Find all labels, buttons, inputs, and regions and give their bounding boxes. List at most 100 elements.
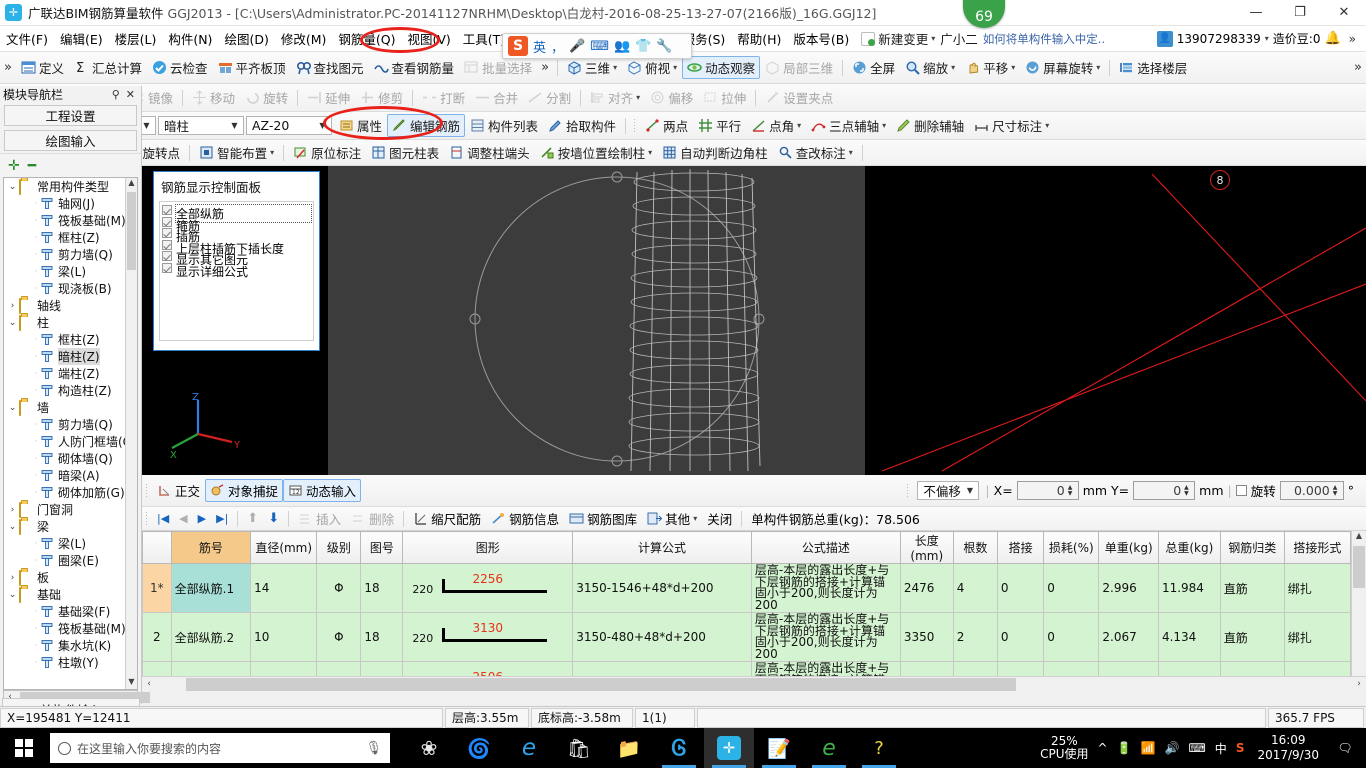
- rotate-input[interactable]: 0.000 ▲ ▼: [1279, 481, 1344, 500]
- cell-lap-type[interactable]: 绑扎: [1283, 612, 1352, 662]
- toolbar-align-slab-button[interactable]: 平齐板顶: [213, 56, 291, 79]
- tree-item-folder-icon[interactable]: › 轴线: [4, 297, 125, 314]
- taskbar-app-g[interactable]: Ꮆ: [654, 728, 704, 768]
- checkbox-icon[interactable]: [162, 262, 172, 273]
- taskbar-app-explorer[interactable]: 📁: [604, 728, 654, 768]
- cell-unit-weight[interactable]: 2.067: [1098, 612, 1159, 662]
- tree-expander-icon[interactable]: ⌄: [6, 403, 19, 413]
- tree-expander-icon[interactable]: ›: [6, 505, 19, 515]
- menu-version[interactable]: 版本号(B): [787, 27, 855, 50]
- cell-loss[interactable]: 0: [1043, 612, 1100, 662]
- tree-item-beam-icon[interactable]: · 梁(L): [4, 535, 125, 552]
- nav-remove-icon[interactable]: ━: [28, 158, 36, 174]
- th-length[interactable]: 长度(mm): [899, 531, 954, 564]
- taskbar-app-help[interactable]: ?: [854, 728, 904, 768]
- menu-rebar-qty[interactable]: 钢筋量(Q): [332, 27, 401, 50]
- checkbox-icon[interactable]: [162, 239, 172, 250]
- toolbar-cloud-check-button[interactable]: 云检查: [147, 56, 213, 79]
- offset-y-input[interactable]: 0 ▲ ▼: [1133, 481, 1196, 500]
- table-hscroll-right-icon[interactable]: ›: [1352, 679, 1366, 689]
- axis-delete-button[interactable]: 删除辅轴: [891, 114, 969, 137]
- tree-vertical-scrollbar[interactable]: ▲ ▼: [125, 178, 137, 689]
- microphone-icon[interactable]: 🎙: [365, 741, 382, 756]
- tree-item-masonry-rebar-icon[interactable]: · 砌体加筋(G): [4, 484, 125, 501]
- toolbar1-overflow-mid-icon[interactable]: »: [537, 60, 553, 75]
- table-vertical-scrollbar[interactable]: ▲: [1351, 531, 1366, 676]
- offset-grip[interactable]: [906, 482, 911, 499]
- tree-item-folder-icon[interactable]: ⌄ 梁: [4, 518, 125, 535]
- ime-mode-icon[interactable]: 中: [1215, 740, 1227, 757]
- cell-lap-type[interactable]: 绑扎: [1283, 563, 1352, 613]
- nav-project-settings-button[interactable]: 工程设置: [4, 105, 137, 126]
- other-chevron-down-icon[interactable]: ▾: [693, 514, 697, 523]
- sogou-keyboard-icon[interactable]: ⌨: [590, 39, 609, 54]
- component-list-button[interactable]: 构件列表: [465, 114, 543, 137]
- volume-icon[interactable]: 🔊: [1165, 741, 1180, 755]
- cell-grade[interactable]: Φ: [316, 563, 362, 613]
- offset-x-input[interactable]: 0 ▲ ▼: [1016, 481, 1079, 500]
- dimension-button[interactable]: 尺寸标注 ▾: [969, 114, 1054, 137]
- check-label-chevron-down-icon[interactable]: ▾: [849, 148, 853, 157]
- menu-modify[interactable]: 修改(M): [275, 27, 333, 50]
- tree-item-raft-foundation-icon[interactable]: · 筏板基础(M): [4, 620, 125, 637]
- th-description[interactable]: 公式描述: [750, 531, 901, 564]
- menu-floor[interactable]: 楼层(L): [109, 27, 163, 50]
- cell-rebar-no[interactable]: 全部纵筋.1: [170, 563, 252, 613]
- menu-view[interactable]: 视图(V): [401, 27, 456, 50]
- nav-add-icon[interactable]: ✛: [8, 158, 20, 174]
- cell-grade[interactable]: Φ: [316, 612, 362, 662]
- tree-item-foundation-beam-icon[interactable]: · 基础梁(F): [4, 603, 125, 620]
- th-grade[interactable]: 级别: [316, 531, 362, 564]
- table-horizontal-scrollbar[interactable]: ‹ ›: [142, 676, 1366, 691]
- wifi-icon[interactable]: 📶: [1141, 741, 1156, 755]
- zoom-chevron-down-icon[interactable]: ▾: [951, 63, 955, 72]
- auto-corner-column-button[interactable]: 自动判断边角柱: [657, 141, 773, 164]
- view-3d-button[interactable]: 三维 ▾: [562, 56, 622, 79]
- cell-shape[interactable]: 220 2256: [402, 563, 574, 613]
- row-up-button[interactable]: ⬆: [242, 511, 263, 526]
- modify-move-button[interactable]: 移动: [187, 86, 240, 109]
- table-row[interactable]: 1* 全部纵筋.1 14 Φ 18 220 2256 3150-1546+48*d+200 层高…: [142, 563, 1352, 613]
- checkbox-upper-column-dowel-length[interactable]: 上层柱插筋下插长度: [162, 239, 311, 256]
- new-change-button[interactable]: 新建变更 ▾: [861, 29, 935, 48]
- th-drawing-no[interactable]: 图号: [360, 531, 404, 564]
- tree-item-folder-icon[interactable]: › 门窗洞: [4, 501, 125, 518]
- delete-row-button[interactable]: 删除: [346, 507, 399, 530]
- pin-icon[interactable]: ⚲: [109, 88, 123, 101]
- th-shape[interactable]: 图形: [402, 531, 574, 564]
- nav-draw-input-button[interactable]: 绘图输入: [4, 130, 137, 151]
- toolbar-find-element-button[interactable]: 查找图元: [291, 56, 369, 79]
- tree-item-axis-net-icon[interactable]: · 轴网(J): [4, 195, 125, 212]
- scale-rebar-button[interactable]: 缩尺配筋: [408, 507, 486, 530]
- object-snap-toggle[interactable]: 对象捕捉: [205, 479, 284, 502]
- point-angle-chevron-down-icon[interactable]: ▾: [797, 121, 801, 130]
- zoom-button[interactable]: 缩放 ▾: [900, 56, 960, 79]
- table-scroll-thumb[interactable]: [1353, 546, 1365, 588]
- tree-item-folder-icon[interactable]: ⌄ 基础: [4, 586, 125, 603]
- checkbox-show-detail-formula[interactable]: 显示详细公式: [162, 262, 311, 279]
- taskbar-app-ie[interactable]: e: [804, 728, 854, 768]
- taskbar-app-ggj[interactable]: ✛: [704, 728, 754, 768]
- row-down-button[interactable]: ⬇: [263, 511, 284, 526]
- draw-column-by-wall-button[interactable]: 按墙位置绘制柱 ▾: [535, 141, 658, 164]
- modify-rotate-button[interactable]: 旋转: [240, 86, 293, 109]
- tree-item-folder-icon[interactable]: › 板: [4, 569, 125, 586]
- checkbox-show-other-elements[interactable]: 显示其它图元: [162, 251, 311, 267]
- taskbar-app-edge[interactable]: e: [504, 728, 554, 768]
- tree-item-masonry-wall-icon[interactable]: · 砌体墙(Q): [4, 450, 125, 467]
- tree-scroll-thumb[interactable]: [127, 192, 136, 270]
- rebar-info-button[interactable]: 钢筋信息: [486, 507, 564, 530]
- tree-item-frame-column-icon[interactable]: · 框柱(Z): [4, 331, 125, 348]
- table-hscroll-left-icon[interactable]: ‹: [142, 679, 156, 689]
- tree-item-raft-foundation-icon[interactable]: · 筏板基础(M): [4, 212, 125, 229]
- in-situ-label-button[interactable]: 原位标注: [288, 141, 366, 164]
- sogou-tray-icon[interactable]: S: [1236, 741, 1245, 755]
- close-table-button[interactable]: 关闭: [702, 507, 737, 530]
- modify-break-button[interactable]: 打断: [417, 86, 470, 109]
- account-phone[interactable]: 13907298339: [1177, 32, 1261, 46]
- th-formula[interactable]: 计算公式: [572, 531, 752, 564]
- view-top-chevron-down-icon[interactable]: ▾: [673, 63, 677, 72]
- cell-lap[interactable]: 0: [996, 612, 1045, 662]
- menu-draw[interactable]: 绘图(D): [218, 27, 274, 50]
- dimension-chevron-down-icon[interactable]: ▾: [1045, 121, 1049, 130]
